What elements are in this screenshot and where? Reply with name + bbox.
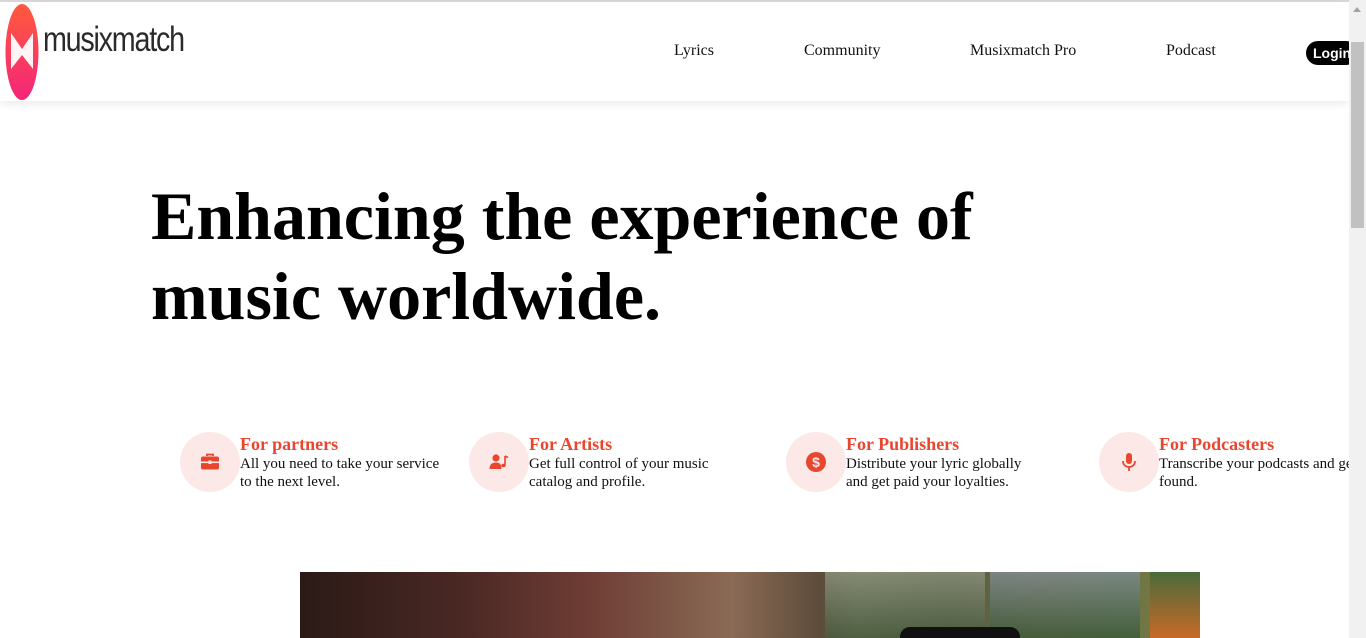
feature-title[interactable]: For Publishers (846, 434, 959, 455)
media-phone-shape (900, 627, 1020, 638)
nav-musixmatch-pro[interactable]: Musixmatch Pro (970, 42, 1076, 60)
hero-heading: Enhancing the experience of music worldw… (151, 176, 1151, 336)
musixmatch-logo-icon[interactable] (5, 3, 39, 101)
feature-icon-circle (1099, 432, 1159, 492)
feature-title[interactable]: For partners (240, 434, 338, 455)
hero-line-1: Enhancing the experience of (151, 178, 973, 254)
feature-title[interactable]: For Podcasters (1159, 434, 1274, 455)
nav-podcast[interactable]: Podcast (1166, 42, 1216, 60)
logo-wordmark[interactable]: musixmatch (43, 20, 185, 60)
nav-lyrics[interactable]: Lyrics (674, 42, 714, 60)
media-edge-panel (1150, 572, 1200, 638)
site-header: musixmatch Lyrics Community Musixmatch P… (0, 2, 1359, 101)
hero-media-image (300, 572, 1200, 638)
microphone-icon (1122, 453, 1136, 471)
feature-description: Get full control of your music catalog a… (529, 456, 709, 490)
scrollbar-thumb[interactable] (1351, 42, 1364, 228)
feature-icon-circle (180, 432, 240, 492)
feature-description: Distribute your lyric globally and get p… (846, 456, 1022, 490)
svg-text:$: $ (812, 454, 820, 470)
briefcase-icon (201, 453, 219, 470)
dollar-icon: $ (806, 452, 826, 472)
feature-description: Transcribe your podcasts and get found. (1159, 456, 1357, 490)
feature-icon-circle: $ (786, 432, 846, 492)
artist-icon (489, 454, 509, 469)
nav-community[interactable]: Community (804, 42, 880, 60)
hero-line-2: music worldwide. (151, 258, 661, 334)
feature-icon-circle (469, 432, 529, 492)
scroll-up-arrow-icon[interactable] (1353, 7, 1361, 12)
feature-description: All you need to take your service to the… (240, 456, 440, 490)
feature-title[interactable]: For Artists (529, 434, 612, 455)
